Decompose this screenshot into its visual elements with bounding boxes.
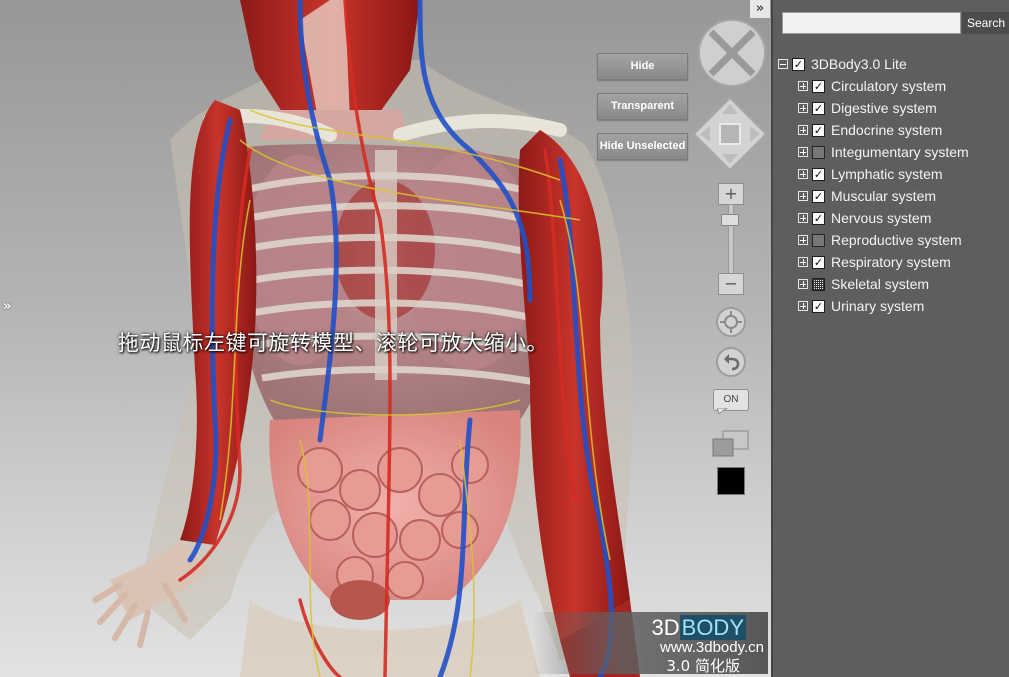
tree-item-label: Circulatory system [831,78,947,94]
expand-icon[interactable] [798,213,808,223]
tree-item-label: Respiratory system [831,254,951,270]
tree-item-label: Endocrine system [831,122,943,138]
pan-dpad-icon[interactable] [692,96,768,172]
tree-item[interactable]: Reproductive system [798,230,962,250]
instruction-text: 拖动鼠标左键可旋转模型、滚轮可放大缩小。 [118,331,548,355]
system-checkbox[interactable]: ✓ [812,299,825,313]
tree-item-label: Urinary system [831,298,925,314]
reset-rotation-icon[interactable] [697,18,767,88]
systems-panel: Search ✓ 3DBody3.0 Lite ✓ Circulatory sys… [771,0,1009,677]
tree-item[interactable]: ✓ Lymphatic system [798,164,943,184]
expand-icon[interactable] [798,169,808,179]
tree-item-label: Reproductive system [831,232,962,248]
system-checkbox[interactable] [812,233,825,247]
tree-item-label: Lymphatic system [831,166,943,182]
collapse-icon[interactable] [778,59,788,69]
zoom-out-button[interactable]: − [718,273,744,295]
zoom-slider-handle[interactable] [721,214,739,226]
tree-item[interactable]: Integumentary system [798,142,969,162]
collapse-panel-arrow[interactable]: » [750,0,770,18]
3d-viewport[interactable]: 拖动鼠标左键可旋转模型、滚轮可放大缩小。 » » Hide Transparen… [0,0,771,677]
system-checkbox[interactable] [812,277,825,291]
layers-icon[interactable] [712,430,750,458]
zoom-in-button[interactable]: + [718,183,744,205]
system-checkbox[interactable]: ✓ [812,79,825,93]
expand-icon[interactable] [798,279,808,289]
tree-item[interactable]: ✓ Endocrine system [798,120,942,140]
logo-url: www.3dbody.cn [660,639,764,656]
hide-unselected-button[interactable]: Hide Unselected [597,133,688,160]
system-checkbox[interactable]: ✓ [812,101,825,115]
3dbody-logo: 3DBODY www.3dbody.cn 3.0 简化版 [532,612,768,675]
tree-item[interactable]: ✓ Circulatory system [798,76,946,96]
tree-item[interactable]: ✓ Urinary system [798,296,924,316]
undo-icon[interactable] [715,346,747,378]
tree-item-label: Nervous system [831,210,932,226]
expand-icon[interactable] [798,147,808,157]
logo-brand: 3DBODY [651,615,746,640]
tree-root-label: 3DBody3.0 Lite [811,56,907,72]
tree-item[interactable]: Skeletal system [798,274,929,294]
system-checkbox[interactable]: ✓ [812,167,825,181]
system-checkbox[interactable]: ✓ [812,255,825,269]
expand-left-arrow[interactable]: » [3,299,11,314]
expand-icon[interactable] [798,125,808,135]
tree-item-label: Muscular system [831,188,937,204]
system-checkbox[interactable]: ✓ [812,189,825,203]
tree-item[interactable]: ✓ Muscular system [798,186,936,206]
background-color-swatch[interactable] [717,467,745,495]
expand-icon[interactable] [798,103,808,113]
tree-item[interactable]: ✓ Respiratory system [798,252,951,272]
transparent-button[interactable]: Transparent [597,93,688,120]
search-button[interactable]: Search [962,12,1009,34]
tree-root[interactable]: ✓ 3DBody3.0 Lite [778,54,907,74]
expand-icon[interactable] [798,257,808,267]
root-checkbox[interactable]: ✓ [792,57,805,71]
tree-item-label: Integumentary system [831,144,969,160]
expand-icon[interactable] [798,301,808,311]
hide-button[interactable]: Hide [597,53,688,80]
expand-icon[interactable] [798,81,808,91]
search-input[interactable] [782,12,961,34]
center-view-icon[interactable] [715,306,747,338]
tree-item-label: Digestive system [831,100,937,116]
system-checkbox[interactable] [812,145,825,159]
expand-icon[interactable] [798,235,808,245]
expand-icon[interactable] [798,191,808,201]
system-checkbox[interactable]: ✓ [812,211,825,225]
logo-version: 3.0 简化版 [666,657,740,675]
tree-item-label: Skeletal system [831,276,930,292]
tree-item[interactable]: ✓ Digestive system [798,98,937,118]
system-checkbox[interactable]: ✓ [812,123,825,137]
tree-item[interactable]: ✓ Nervous system [798,208,931,228]
toggle-pointer-icon [717,408,728,414]
